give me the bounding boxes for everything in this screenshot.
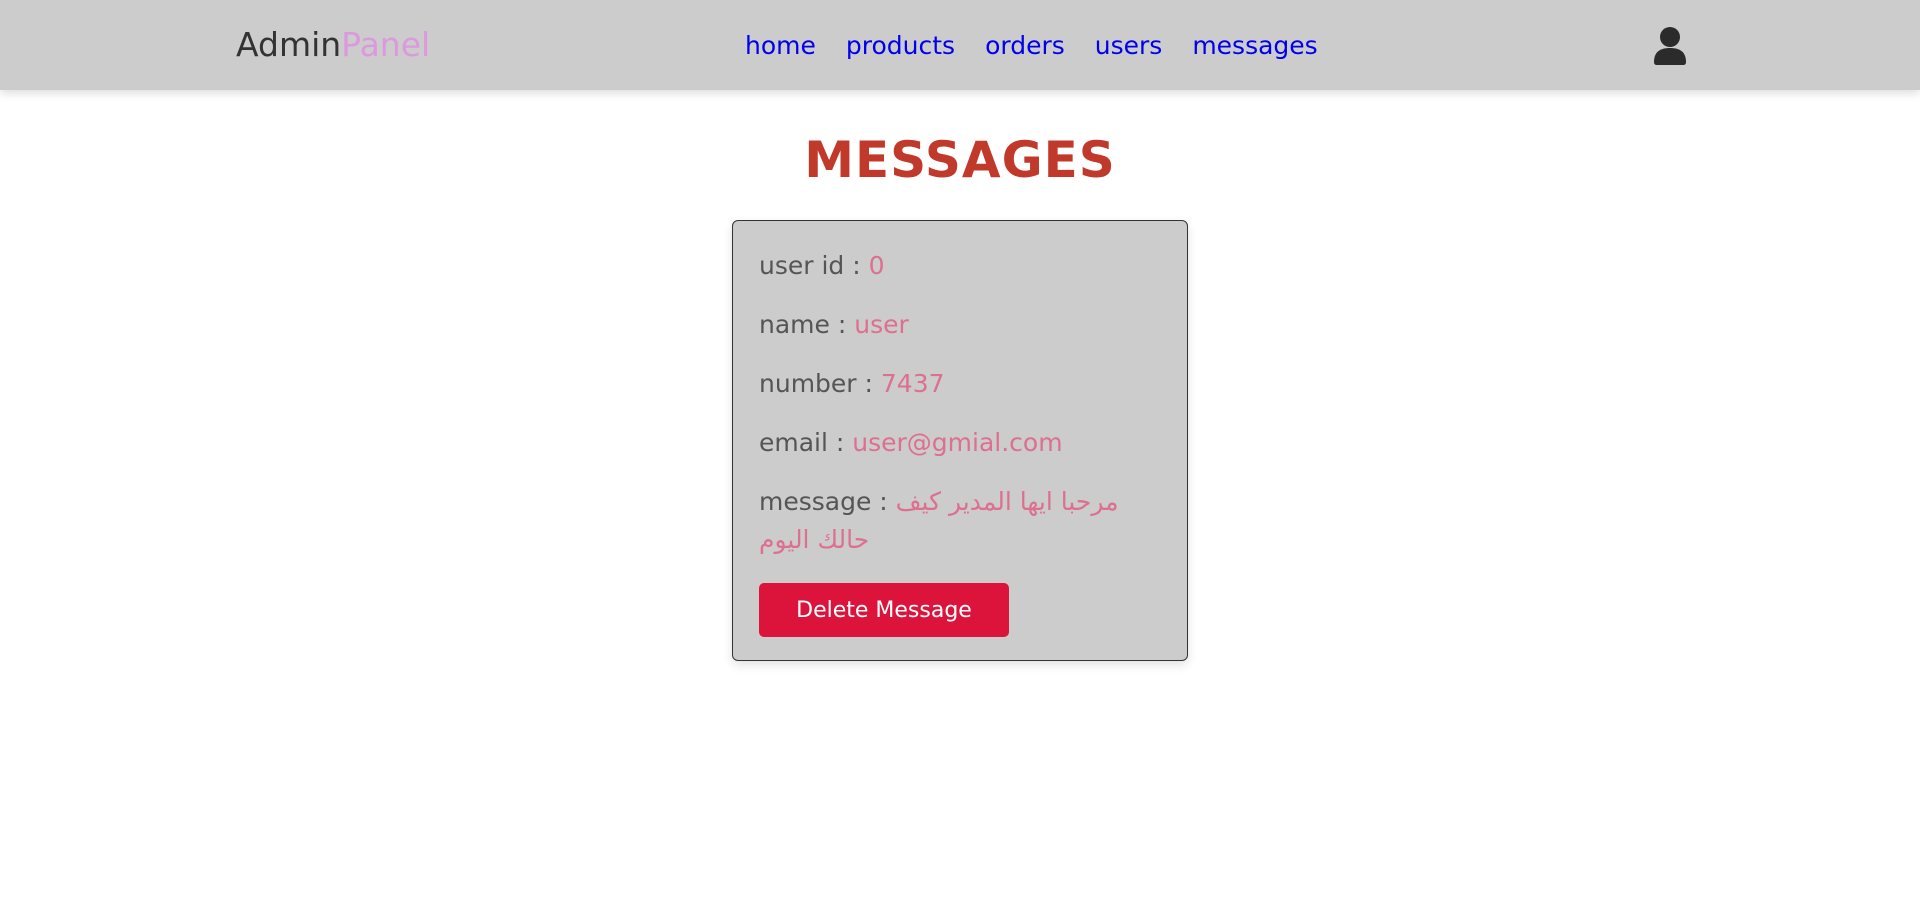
email-field: email : user@gmial.com — [759, 424, 1161, 462]
number-value: 7437 — [880, 369, 945, 398]
name-value: user — [854, 310, 909, 339]
delete-message-button[interactable]: Delete Message — [759, 583, 1009, 637]
nav-link-messages[interactable]: messages — [1192, 31, 1317, 60]
nav-link-users[interactable]: users — [1095, 31, 1163, 60]
number-label: number : — [759, 369, 881, 398]
name-label: name : — [759, 310, 855, 339]
main-navigation: home products orders users messages — [745, 28, 1318, 62]
name-field: name : user — [759, 306, 1161, 344]
nav-link-home[interactable]: home — [745, 31, 816, 60]
header: AdminPanel home products orders users me… — [0, 0, 1920, 90]
user-id-value: 0 — [868, 251, 885, 280]
page-title: MESSAGES — [804, 131, 1116, 189]
user-icon[interactable] — [1650, 26, 1690, 66]
user-icon-graphic — [1654, 27, 1686, 65]
user-id-label: user id : — [759, 251, 869, 280]
logo-text-admin: Admin — [236, 25, 342, 64]
email-label: email : — [759, 428, 853, 457]
nav-link-orders[interactable]: orders — [985, 31, 1065, 60]
message-field: message : مرحبا ايها المدير كيف حالك الي… — [759, 483, 1161, 559]
user-id-field: user id : 0 — [759, 247, 1161, 285]
logo-text-panel: Panel — [341, 25, 431, 64]
admin-panel-logo[interactable]: AdminPanel — [236, 24, 430, 66]
nav-link-products[interactable]: products — [846, 31, 955, 60]
message-label: message : — [759, 487, 896, 516]
number-field: number : 7437 — [759, 365, 1161, 403]
message-card: user id : 0 name : user number : 7437 em… — [732, 220, 1188, 661]
email-value: user@gmial.com — [852, 428, 1063, 457]
